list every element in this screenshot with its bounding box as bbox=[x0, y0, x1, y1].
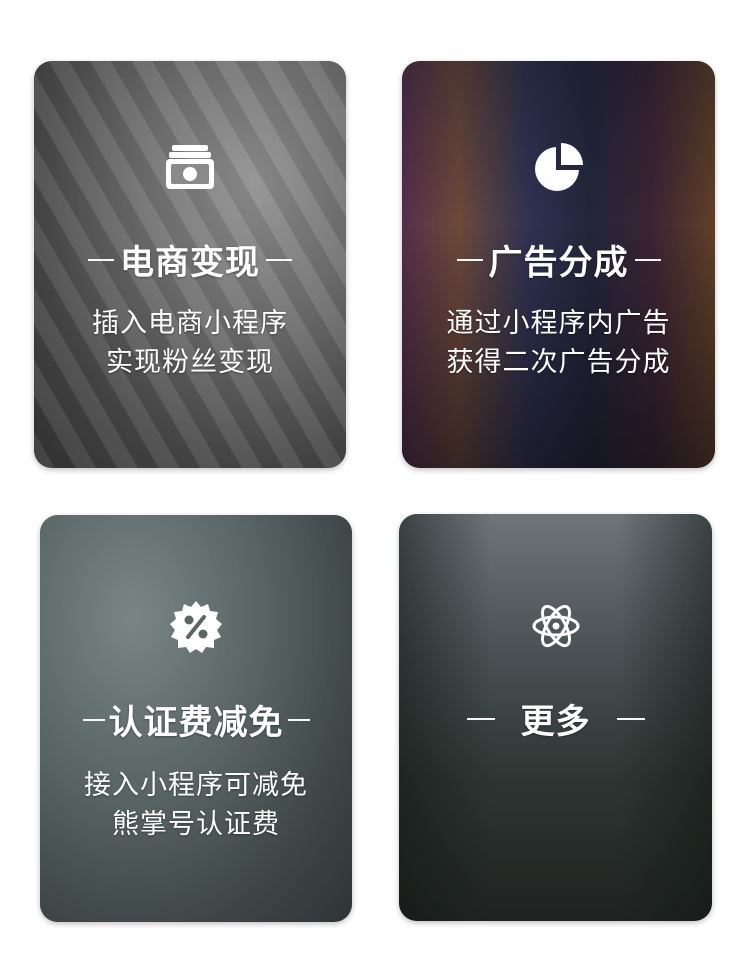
card-more[interactable]: 更多 bbox=[399, 514, 712, 921]
card-description: 通过小程序内广告 获得二次广告分成 bbox=[446, 308, 671, 378]
atom-icon bbox=[532, 604, 579, 648]
card-ads[interactable]: 广告分成 通过小程序内广告 获得二次广告分成 bbox=[402, 61, 715, 468]
card-certification[interactable]: 认证费减免 接入小程序可减免 熊掌号认证费 bbox=[40, 515, 352, 922]
card-title: 认证费减免 bbox=[82, 695, 310, 744]
card-description: 接入小程序可减免 熊掌号认证费 bbox=[84, 770, 308, 840]
card-title: 广告分成 bbox=[456, 235, 661, 284]
card-title: 电商变现 bbox=[88, 235, 292, 284]
card-ecommerce[interactable]: 电商变现 插入电商小程序 实现粉丝变现 bbox=[34, 61, 346, 468]
card-description: 插入电商小程序 实现粉丝变现 bbox=[92, 308, 288, 378]
money-stack-icon bbox=[166, 145, 214, 189]
discount-percent-icon bbox=[170, 601, 222, 653]
pie-chart-icon bbox=[534, 143, 583, 191]
card-title: 更多 bbox=[466, 694, 645, 743]
